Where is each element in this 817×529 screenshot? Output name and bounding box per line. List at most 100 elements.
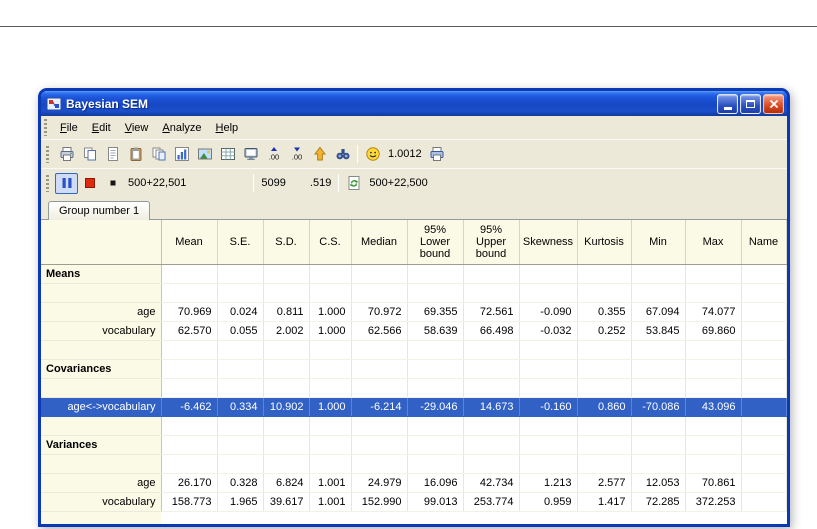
- monitor-icon[interactable]: [239, 144, 262, 165]
- copy-icon[interactable]: [78, 144, 101, 165]
- pause-button[interactable]: [55, 172, 78, 194]
- menu-view[interactable]: View: [118, 119, 156, 137]
- name-cell: [741, 416, 787, 436]
- menu-bar: File Edit View Analyze Help: [41, 116, 787, 139]
- cell: 2.577: [577, 473, 632, 493]
- cell: [407, 454, 464, 474]
- duplicate-icon[interactable]: [147, 144, 170, 165]
- cell: 253.774: [463, 492, 520, 512]
- cell: 67.094: [631, 302, 686, 322]
- cell: 58.639: [407, 321, 464, 341]
- cell: [631, 416, 686, 436]
- cell: -6.214: [351, 397, 408, 417]
- row-age[interactable]: age 70.969 0.024 0.811 1.000 70.972 69.355 72.5…: [41, 302, 787, 322]
- cell: -6.462: [161, 397, 218, 417]
- cell: [577, 378, 632, 398]
- clipboard-icon[interactable]: [124, 144, 147, 165]
- cell: 0.355: [577, 302, 632, 322]
- page-icon[interactable]: [101, 144, 124, 165]
- print-icon[interactable]: [55, 144, 78, 165]
- cell: 53.845: [631, 321, 686, 341]
- decimal-up-icon[interactable]: .00: [262, 144, 285, 165]
- cell: 26.170: [161, 473, 218, 493]
- cell: 66.498: [463, 321, 520, 341]
- cell: [263, 359, 310, 379]
- toolbar-separator: [357, 145, 358, 163]
- cell: [161, 416, 218, 436]
- decimal-down-icon[interactable]: .00: [285, 144, 308, 165]
- maximize-button[interactable]: [740, 93, 761, 114]
- cell: [309, 340, 352, 360]
- menu-edit[interactable]: Edit: [85, 119, 118, 137]
- cell: [407, 264, 464, 284]
- title-bar[interactable]: Bayesian SEM: [41, 91, 787, 116]
- posterior-print-icon[interactable]: [426, 144, 449, 165]
- col-min: Min: [631, 220, 686, 265]
- minimize-button[interactable]: [717, 93, 738, 114]
- cell: 1.417: [577, 492, 632, 512]
- cell: [161, 378, 218, 398]
- toolbar-separator: [253, 174, 255, 192]
- cell: [263, 454, 310, 474]
- cell: [577, 416, 632, 436]
- cell: [351, 378, 408, 398]
- stats-table: Mean S.E. S.D. C.S. Median 95% Lower bound 95% Up…: [41, 220, 787, 512]
- cell: [631, 378, 686, 398]
- cell: [519, 454, 578, 474]
- cell: 158.773: [161, 492, 218, 512]
- arrow-up-icon[interactable]: [308, 144, 331, 165]
- cell: [463, 378, 520, 398]
- bayesian-sem-window: Bayesian SEM File Edit View Analyze Help .00…: [38, 88, 790, 527]
- binoculars-icon[interactable]: [331, 144, 354, 165]
- row-vocabulary[interactable]: vocabulary 158.773 1.965 39.617 1.001 152.990…: [41, 492, 787, 512]
- table-area: Mean S.E. S.D. C.S. Median 95% Lower bound 95% Up…: [41, 219, 787, 524]
- menu-analyze[interactable]: Analyze: [155, 119, 208, 137]
- acceptance-ratio-label: .519: [309, 177, 332, 189]
- cell: 1.001: [309, 473, 352, 493]
- cell: [577, 359, 632, 379]
- cell: 99.013: [407, 492, 464, 512]
- cell: [217, 283, 264, 303]
- cell: [519, 416, 578, 436]
- main-toolbar: .00 .00 1.0012: [41, 139, 787, 168]
- cell: [351, 340, 408, 360]
- close-button[interactable]: [763, 93, 784, 114]
- menu-grip: [44, 119, 47, 136]
- cell: 152.990: [351, 492, 408, 512]
- image-icon[interactable]: [193, 144, 216, 165]
- cell: [463, 340, 520, 360]
- row-age-vocabulary[interactable]: age<->vocabulary -6.462 0.334 10.902 1.000 -6…: [41, 397, 787, 417]
- cell: [407, 416, 464, 436]
- smiley-icon[interactable]: [361, 144, 384, 165]
- name-cell: [741, 302, 787, 322]
- col-row-label: [41, 220, 162, 265]
- refresh-icon[interactable]: [342, 173, 365, 194]
- cell: [217, 340, 264, 360]
- step-button[interactable]: [101, 173, 124, 194]
- stop-button[interactable]: [78, 173, 101, 194]
- cell: 14.673: [463, 397, 520, 417]
- row-label: age: [41, 473, 162, 493]
- cell: [577, 340, 632, 360]
- cell: [309, 264, 352, 284]
- cell: 69.355: [407, 302, 464, 322]
- cell: [309, 435, 352, 455]
- menu-file[interactable]: File: [53, 119, 85, 137]
- cell: -29.046: [407, 397, 464, 417]
- cell: [161, 340, 218, 360]
- row-age[interactable]: age 26.170 0.328 6.824 1.001 24.979 16.096 42.7…: [41, 473, 787, 493]
- grid-icon[interactable]: [216, 144, 239, 165]
- cell: 0.811: [263, 302, 310, 322]
- cell: -70.086: [631, 397, 686, 417]
- cell: [519, 340, 578, 360]
- histogram-icon[interactable]: [170, 144, 193, 165]
- cell: [407, 283, 464, 303]
- tab-group-number-1[interactable]: Group number 1: [48, 201, 151, 220]
- cell: 1.000: [309, 397, 352, 417]
- cell: [263, 340, 310, 360]
- col-s-d-: S.D.: [263, 220, 310, 265]
- row-vocabulary[interactable]: vocabulary 62.570 0.055 2.002 1.000 62.566 58.…: [41, 321, 787, 341]
- col-mean: Mean: [161, 220, 218, 265]
- col-95%: 95% Upper bound: [463, 220, 520, 265]
- menu-help[interactable]: Help: [209, 119, 246, 137]
